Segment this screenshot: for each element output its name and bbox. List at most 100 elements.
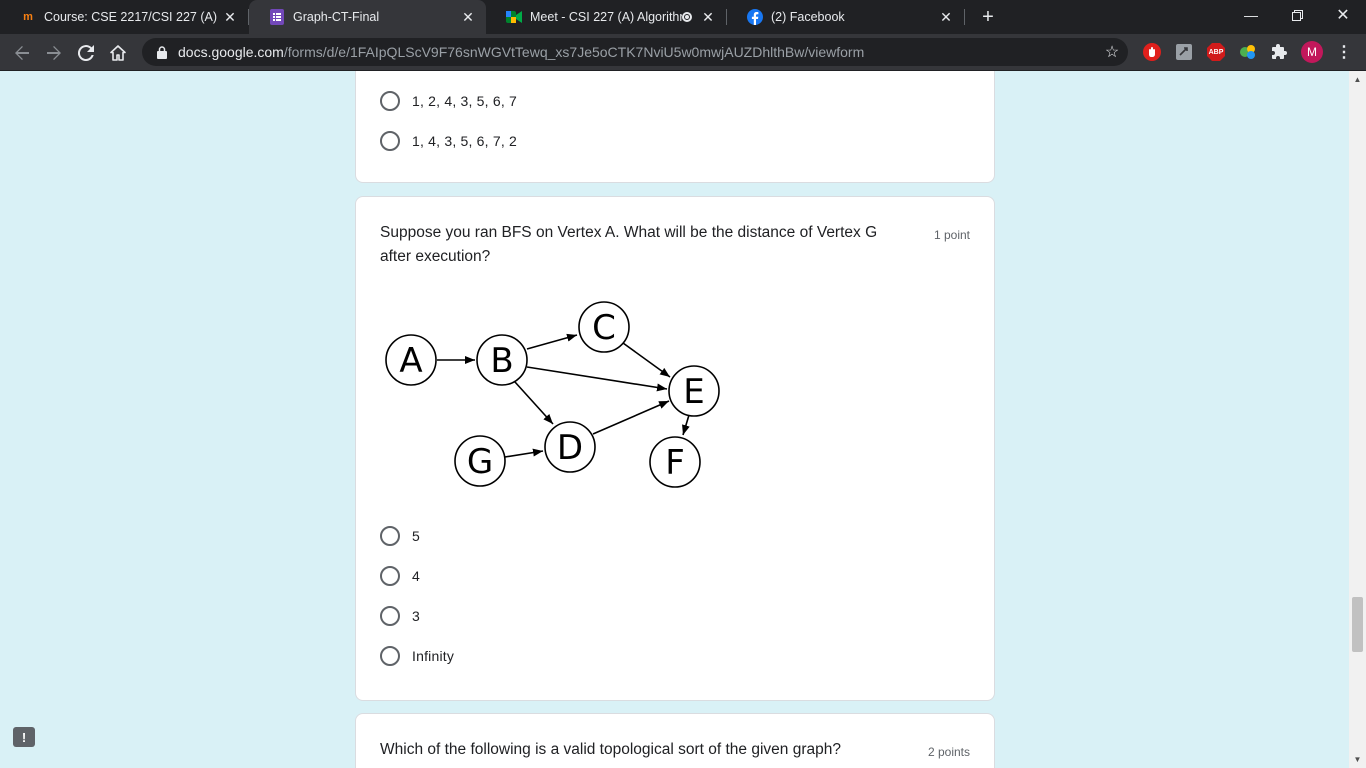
node-c: C (578, 301, 630, 353)
option-label: 3 (412, 608, 420, 624)
tab-facebook[interactable]: (2) Facebook ✕ (727, 0, 964, 34)
minimize-button[interactable]: — (1228, 0, 1274, 30)
back-arrow-icon (15, 46, 29, 60)
option-label: Infinity (412, 648, 455, 664)
color-extension-icon[interactable] (1237, 41, 1259, 63)
node-d: D (544, 421, 596, 473)
graph-diagram: A B C D E F G (385, 301, 720, 488)
radio-button[interactable] (380, 606, 400, 626)
question-points: 1 point (933, 228, 970, 242)
edge-g-d (504, 448, 544, 458)
close-icon[interactable]: ✕ (458, 7, 478, 27)
scrollbar[interactable]: ▲ ▼ (1349, 71, 1366, 768)
option-label: 1, 2, 4, 3, 5, 6, 7 (412, 93, 517, 109)
answer-option[interactable]: 5 (380, 524, 420, 548)
scroll-down-arrow-icon[interactable]: ▼ (1349, 751, 1366, 768)
answer-option[interactable]: 1, 4, 3, 5, 6, 7, 2 (380, 129, 517, 153)
node-label: B (490, 341, 513, 381)
node-g: G (454, 435, 506, 487)
grey-extension-icon[interactable] (1173, 41, 1195, 63)
reload-button[interactable] (72, 39, 100, 67)
menu-kebab-icon[interactable]: ⋮ (1333, 41, 1355, 63)
edge-b-d (514, 381, 554, 425)
browser-toolbar: docs.google.com/forms/d/e/1FAIpQLScV9F76… (0, 34, 1366, 71)
meet-icon (506, 9, 522, 25)
scroll-up-arrow-icon[interactable]: ▲ (1349, 71, 1366, 88)
restore-button[interactable] (1274, 0, 1320, 30)
bfs-question-card: Suppose you ran BFS on Vertex A. What wi… (355, 196, 995, 701)
prev-question-card: 1, 2, 4, 3, 5, 6, 7 1, 4, 3, 5, 6, 7, 2 (355, 71, 995, 183)
node-b: B (476, 334, 528, 386)
address-bar[interactable]: docs.google.com/forms/d/e/1FAIpQLScV9F76… (142, 38, 1128, 66)
recording-icon (682, 12, 692, 22)
report-feedback-icon[interactable]: ! (13, 727, 35, 747)
forms-icon (269, 9, 285, 25)
radio-button[interactable] (380, 646, 400, 666)
tab-title: Graph-CT-Final (293, 10, 380, 24)
bookmark-star-icon[interactable]: ☆ (1102, 42, 1122, 62)
edge-e-f (682, 414, 690, 436)
option-label: 1, 4, 3, 5, 6, 7, 2 (412, 133, 517, 149)
option-label: 4 (412, 568, 420, 584)
radio-button[interactable] (380, 91, 400, 111)
tab-graph-ct-final[interactable]: Graph-CT-Final ✕ (249, 0, 486, 34)
close-icon[interactable]: ✕ (936, 7, 956, 27)
reload-icon (78, 45, 94, 61)
tab-title: Course: CSE 2217/CSI 227 (A) : Al (44, 10, 220, 24)
node-f: F (649, 436, 701, 488)
question-title: Suppose you ran BFS on Vertex A. What wi… (380, 224, 878, 265)
edge-d-e (592, 400, 670, 435)
moodle-icon: m (23, 11, 33, 23)
edge-c-e (622, 342, 671, 378)
node-label: A (399, 341, 422, 381)
tab-course[interactable]: m Course: CSE 2217/CSI 227 (A) : Al ✕ (0, 0, 248, 34)
node-label: F (665, 443, 685, 483)
home-button[interactable] (104, 39, 132, 67)
tab-strip: m Course: CSE 2217/CSI 227 (A) : Al ✕ Gr… (0, 0, 1366, 34)
forward-button[interactable] (40, 39, 68, 67)
tab-title: Meet - CSI 227 (A) Algorithm (530, 10, 682, 24)
stop-hand-extension-icon[interactable] (1141, 41, 1163, 63)
radio-button[interactable] (380, 526, 400, 546)
home-icon (110, 45, 126, 61)
answer-option[interactable]: 3 (380, 604, 420, 628)
lock-icon[interactable] (154, 44, 170, 60)
graph-nodes: A B C D E F G (385, 301, 720, 488)
abp-label: ABP (1208, 48, 1224, 56)
forward-arrow-icon (47, 46, 61, 60)
facebook-icon (747, 9, 763, 25)
adblock-plus-icon[interactable]: ABP (1205, 41, 1227, 63)
profile-avatar[interactable]: M (1301, 41, 1323, 63)
tab-title: (2) Facebook (771, 10, 845, 24)
node-label: E (683, 372, 704, 412)
close-icon[interactable]: ✕ (698, 7, 718, 27)
back-button[interactable] (8, 39, 36, 67)
node-label: D (557, 428, 583, 468)
radio-button[interactable] (380, 566, 400, 586)
node-label: C (592, 308, 616, 348)
edge-b-e (526, 366, 668, 392)
url-text: docs.google.com/forms/d/e/1FAIpQLScV9F76… (178, 44, 864, 60)
radio-button[interactable] (380, 131, 400, 151)
edge-b-c (526, 333, 578, 350)
form-page: 1, 2, 4, 3, 5, 6, 7 1, 4, 3, 5, 6, 7, 2 … (0, 71, 1366, 768)
node-e: E (668, 365, 720, 417)
close-icon[interactable]: ✕ (220, 7, 240, 27)
next-question-card: Which of the following is a valid topolo… (355, 713, 995, 768)
question-points: 2 points (927, 745, 970, 759)
question-title: Which of the following is a valid topolo… (380, 741, 841, 758)
tab-separator (964, 9, 965, 25)
node-label: G (467, 442, 493, 482)
answer-option[interactable]: 4 (380, 564, 420, 588)
scrollbar-thumb[interactable] (1352, 597, 1363, 652)
tab-meet[interactable]: Meet - CSI 227 (A) Algorithm ✕ (486, 0, 726, 34)
new-tab-button[interactable]: + (976, 5, 1000, 29)
node-a: A (385, 334, 437, 386)
url-path: /forms/d/e/1FAIpQLScV9F76snWGVtTewq_xs7J… (283, 44, 865, 60)
answer-option[interactable]: 1, 2, 4, 3, 5, 6, 7 (380, 89, 517, 113)
extensions-puzzle-icon[interactable] (1269, 41, 1291, 63)
url-host: docs.google.com (178, 44, 284, 60)
close-window-button[interactable]: ✕ (1320, 0, 1366, 30)
option-label: 5 (412, 528, 420, 544)
answer-option[interactable]: Infinity (380, 644, 454, 668)
